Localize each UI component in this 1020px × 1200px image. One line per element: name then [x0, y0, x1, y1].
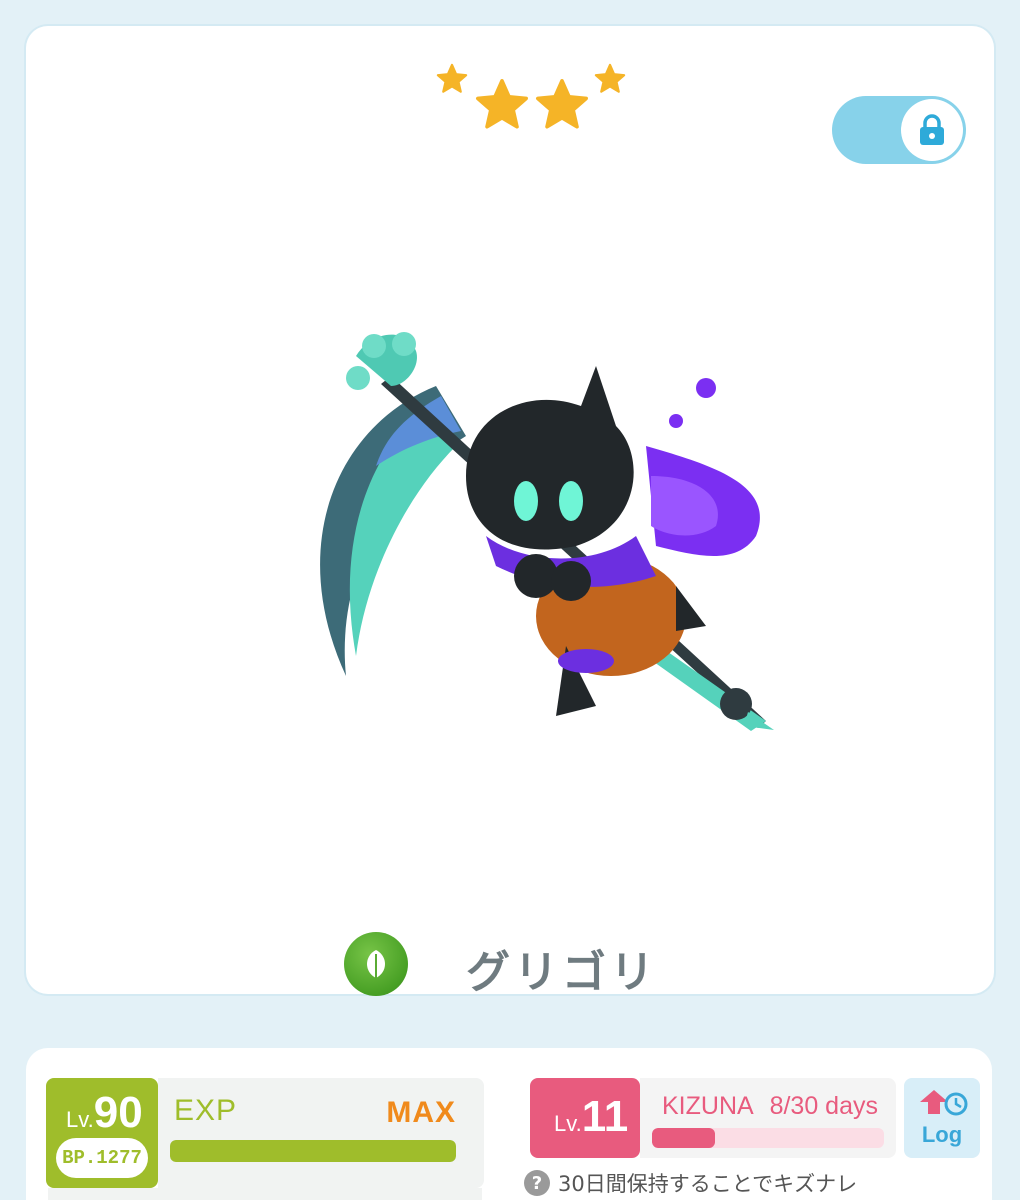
level-prefix: Lv.	[66, 1107, 94, 1132]
star-icon	[594, 63, 626, 93]
kizuna-bar	[652, 1128, 884, 1148]
kizuna-bar-fill	[652, 1128, 715, 1148]
kizuna-level-prefix: Lv.	[554, 1111, 582, 1136]
kizuna-hint: ? 30日間保持することでキズナレ	[524, 1168, 924, 1198]
log-history-icon	[920, 1090, 968, 1116]
exp-box: EXP MAX	[158, 1078, 484, 1188]
level-badge: Lv.90 BP.1277	[46, 1078, 158, 1188]
star-icon	[436, 63, 468, 93]
character-illustration	[320, 332, 774, 731]
question-icon[interactable]: ?	[524, 1170, 550, 1196]
star-icon	[536, 79, 588, 129]
kizuna-label: KIZUNA	[662, 1092, 754, 1120]
star-icon	[476, 79, 528, 129]
bp-value: BP.1277	[56, 1138, 148, 1178]
hint-text: 30日間保持することでキズナレ	[558, 1172, 858, 1196]
kizuna-box: KIZUNA 8/30 days	[640, 1078, 896, 1158]
character-name-row: グリゴリ	[344, 932, 744, 998]
level-box-bottom	[48, 1188, 482, 1200]
log-label: Log	[921, 1122, 963, 1147]
exp-status: MAX	[386, 1096, 456, 1129]
character-card: グリゴリ	[26, 26, 994, 998]
lock-icon	[901, 99, 963, 161]
level-value: 90	[93, 1088, 143, 1137]
rarity-stars	[431, 54, 631, 134]
character-name: グリゴリ	[466, 947, 658, 998]
kizuna-days: 8/30 days	[769, 1092, 878, 1120]
exp-bar-fill	[170, 1140, 456, 1162]
kizuna-level-value: 11	[581, 1092, 629, 1141]
lock-toggle[interactable]	[832, 96, 966, 164]
kizuna-level-badge: Lv.11	[530, 1078, 640, 1158]
exp-label: EXP	[174, 1094, 238, 1127]
leaf-icon	[344, 932, 408, 996]
exp-bar	[170, 1140, 456, 1162]
log-button[interactable]: Log	[904, 1078, 980, 1158]
